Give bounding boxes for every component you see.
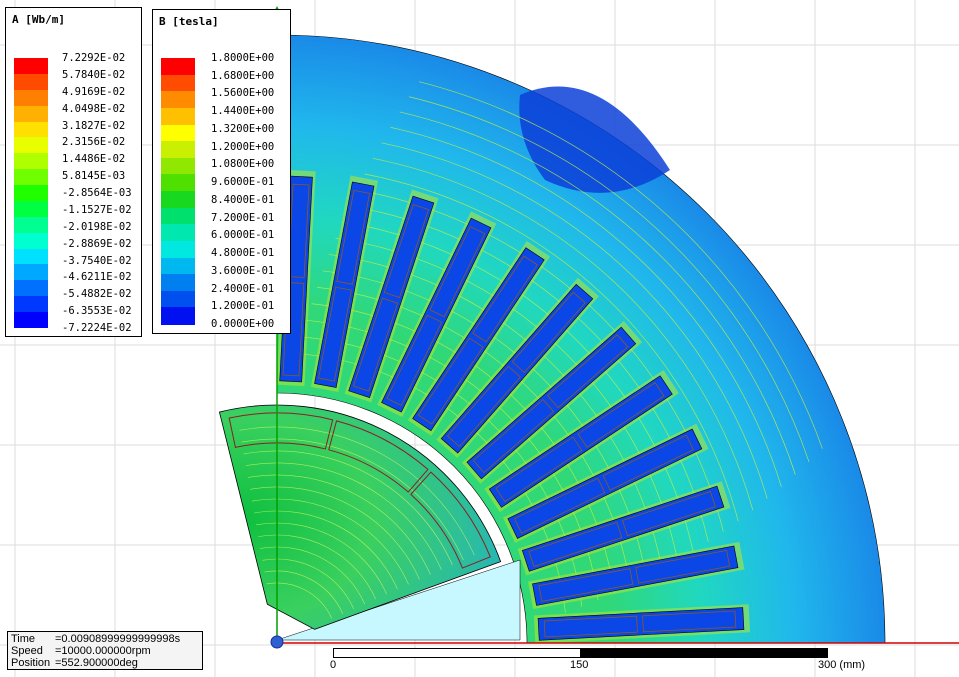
legend-label: 6.0000E-01 — [211, 229, 275, 242]
legend-swatch — [14, 296, 48, 313]
scale-label-300: 300 (mm) — [818, 659, 866, 671]
legend-label: 1.6800E+00 — [211, 69, 275, 82]
scale-label-150: 150 — [570, 659, 589, 671]
legend-label: 1.4486E-02 — [62, 153, 126, 166]
legend-swatch — [161, 274, 195, 292]
legend-label: 1.3200E+00 — [211, 122, 275, 135]
legend-swatch — [14, 58, 48, 75]
legend-label: 3.6000E-01 — [211, 264, 275, 277]
legend-swatch — [14, 137, 48, 154]
legend-label: -6.3553E-02 — [62, 305, 132, 318]
legend-label: -5.4882E-02 — [62, 288, 132, 301]
legend-flux-density[interactable]: B [tesla] 1.8000E+00 1.6800E+00 1.5600E+00… — [152, 9, 291, 334]
scale-bar-black — [580, 648, 828, 658]
legend-swatch — [161, 191, 195, 209]
legend-swatch — [161, 240, 195, 258]
time-value: =0.00908999999999998s — [55, 633, 181, 645]
legend-b-title: B [tesla] — [159, 15, 219, 28]
legend-swatch — [161, 157, 195, 175]
legend-magnetic-potential[interactable]: A [Wb/m] 7.2292E-02 5.7840E-02 4.9169E-02 4… — [5, 7, 142, 337]
legend-swatch — [161, 207, 195, 225]
legend-label: 4.8000E-01 — [211, 247, 275, 260]
legend-label: 1.4400E+00 — [211, 105, 275, 118]
legend-swatch — [161, 141, 195, 159]
scale-bar-white — [333, 648, 581, 658]
legend-label: 3.1827E-02 — [62, 119, 126, 132]
legend-swatch — [14, 200, 48, 218]
legend-label: -2.8869E-02 — [62, 237, 132, 250]
legend-label: 2.4000E-01 — [211, 282, 275, 295]
legend-label: 8.4000E-01 — [211, 193, 275, 206]
legend-label: -1.1527E-02 — [62, 203, 132, 216]
legend-label: 4.0498E-02 — [62, 102, 126, 115]
legend-label: -3.7540E-02 — [62, 254, 132, 267]
origin-marker[interactable] — [270, 635, 284, 649]
speed-key: Speed — [11, 645, 43, 657]
legend-label: 5.8145E-03 — [62, 170, 126, 183]
legend-label: 0.0000E+00 — [211, 318, 275, 330]
legend-swatch — [14, 169, 48, 186]
legend-label: 1.2000E-01 — [211, 300, 275, 313]
legend-label: -7.2224E-02 — [62, 322, 132, 334]
legend-swatch — [161, 91, 195, 109]
legend-label: 9.6000E-01 — [211, 176, 275, 189]
legend-label: 5.7840E-02 — [62, 68, 126, 81]
legend-swatch — [161, 290, 195, 308]
legend-label: -2.8564E-03 — [62, 187, 132, 199]
legend-a-title: A [Wb/m] — [12, 13, 65, 26]
legend-swatch — [14, 248, 48, 265]
legend-label: 1.8000E+00 — [211, 52, 275, 64]
legend-swatch — [14, 216, 48, 234]
legend-label: 4.9169E-02 — [62, 85, 126, 98]
legend-swatch — [14, 89, 48, 107]
legend-swatch — [14, 312, 48, 329]
legend-label: 1.2000E+00 — [211, 140, 275, 153]
legend-swatch — [14, 105, 48, 123]
legend-label: 1.0800E+00 — [211, 158, 275, 171]
legend-swatch — [14, 264, 48, 281]
legend-swatch — [14, 232, 48, 250]
legend-swatch — [161, 58, 195, 76]
legend-swatch — [14, 185, 48, 202]
legend-label: 2.3156E-02 — [62, 136, 126, 149]
time-key: Time — [11, 633, 36, 645]
legend-swatch — [161, 107, 195, 125]
legend-swatch — [14, 73, 48, 91]
field-plot-viewport[interactable]: Y — [0, 0, 959, 677]
legend-label: -4.6211E-02 — [62, 271, 132, 284]
legend-a-colorbar — [14, 58, 48, 329]
legend-label: -2.0198E-02 — [62, 220, 132, 233]
scale-bar-labels: 0 150 300 (mm) — [0, 659, 959, 675]
legend-label: 1.5600E+00 — [211, 87, 275, 100]
speed-value: =10000.000000rpm — [55, 645, 151, 657]
legend-swatch — [14, 280, 48, 297]
legend-swatch — [161, 124, 195, 142]
legend-swatch — [161, 224, 195, 242]
legend-label: 7.2000E-01 — [211, 211, 275, 224]
legend-b-colorbar — [161, 58, 195, 325]
legend-swatch — [161, 174, 195, 192]
legend-swatch — [14, 121, 48, 138]
legend-swatch — [14, 153, 48, 170]
legend-swatch — [161, 257, 195, 275]
legend-swatch — [161, 307, 195, 325]
legend-swatch — [161, 74, 195, 92]
scale-label-0: 0 — [330, 659, 337, 671]
legend-label: 7.2292E-02 — [62, 52, 126, 64]
